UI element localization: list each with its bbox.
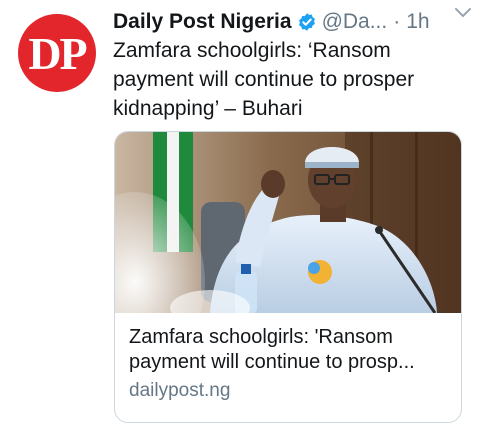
news-photo-image <box>115 132 461 313</box>
link-card[interactable]: Zamfara schoolgirls: 'Ransom payment wil… <box>114 131 462 423</box>
user-handle[interactable]: @Da... <box>322 10 388 34</box>
avatar-logo-text: DP <box>28 27 87 79</box>
tweet[interactable]: DP Daily Post Nigeria @Da... · 1h Zamfar… <box>0 0 480 427</box>
card-body: Zamfara schoolgirls: 'Ransom payment wil… <box>129 325 451 403</box>
tweet-text: Zamfara schoolgirls: ‘Ransom payment wil… <box>113 39 415 120</box>
card-domain: dailypost.ng <box>129 380 231 401</box>
avatar[interactable]: DP <box>18 14 96 92</box>
display-name[interactable]: Daily Post Nigeria <box>113 10 292 34</box>
verified-badge-icon <box>298 13 315 31</box>
tweet-header: Daily Post Nigeria @Da... · 1h <box>113 8 468 36</box>
chevron-down-icon[interactable] <box>454 6 472 20</box>
separator-dot: · <box>393 10 401 33</box>
card-title: Zamfara schoolgirls: 'Ransom payment wil… <box>129 326 415 373</box>
timestamp[interactable]: 1h <box>406 10 429 34</box>
